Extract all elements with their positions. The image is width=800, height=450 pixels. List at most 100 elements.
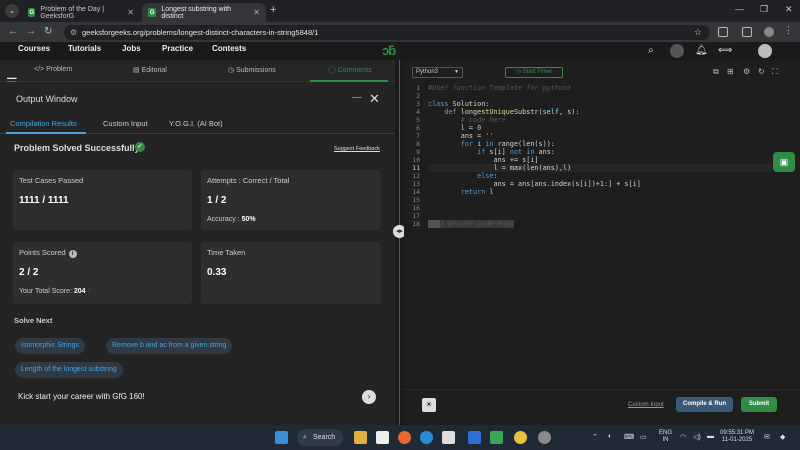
copilot-icon[interactable]: ◆ [780,433,785,441]
start-timer-button[interactable]: ◷ Start Timer [505,67,563,78]
tab-comments[interactable]: ◯ Comments [328,66,372,74]
chat-icon[interactable]: ▣ [773,152,795,172]
edge-icon[interactable] [420,431,433,444]
nav-tutorials[interactable]: Tutorials [68,44,101,53]
battery-status-icon[interactable]: ▬ [707,433,714,440]
translate-icon[interactable]: ⟺ [718,45,732,56]
add-file-icon[interactable]: ⊞ [727,67,734,76]
theme-toggle-icon[interactable] [670,44,684,58]
store-icon[interactable] [442,431,455,444]
code-line: ans = ans[ans.index(s[i])+1:] + s[i] [493,180,641,188]
code-area[interactable]: #User function Template for python3 clas… [428,84,800,389]
browser-tab-potd[interactable]: G Problem of the Day | GeeksforG ✕ [22,3,140,22]
windows-start-icon[interactable] [275,431,288,444]
site-navbar: Courses Tutorials Jobs Practice Contests… [0,42,800,60]
battery-icon[interactable]: ▭ [640,433,647,441]
line-number: 11 [412,164,420,172]
line-number: 17 [412,212,420,220]
close-window-icon[interactable]: ✕ [785,4,793,15]
nav-jobs[interactable]: Jobs [122,44,141,53]
chevron-right-icon[interactable]: › [362,390,376,404]
amazon-icon[interactable] [376,431,389,444]
code-line-folded: } Driver Code Ends [428,220,514,228]
lightbulb-icon[interactable]: ☀ [422,398,436,412]
volume-icon[interactable]: ◁) [693,433,701,441]
back-icon[interactable]: ← [8,26,18,37]
tab-submissions[interactable]: ◷ Submissions [228,66,276,74]
taskbar-search[interactable]: ⌕ Search [297,429,343,446]
site-info-icon[interactable]: ⚙ [70,25,77,40]
browser-tab-active[interactable]: G Longest substring with distinct ✕ [142,3,266,22]
dropbox-icon[interactable] [468,431,481,444]
line-number: 9 [416,148,420,156]
reset-icon[interactable]: ↻ [758,67,765,76]
close-output-icon[interactable]: ✕ [369,91,380,107]
custom-input-link[interactable]: Custom Input [628,402,664,408]
nav-contests[interactable]: Contests [212,44,246,53]
chrome-icon[interactable] [514,431,527,444]
minimize-window-icon[interactable]: — [735,4,744,14]
app-icon[interactable] [538,431,551,444]
nav-practice[interactable]: Practice [162,44,193,53]
fullscreen-icon[interactable]: ⛶ [772,67,778,77]
compile-run-button[interactable]: Compile & Run [676,397,733,412]
tab-editorial[interactable]: ▤ Editorial [133,66,167,74]
test-cases-value: 1111 / 1111 [19,195,69,206]
maximize-window-icon[interactable]: ❐ [760,4,768,15]
browser-menu-icon[interactable]: ⋮ [784,25,794,35]
nav-courses[interactable]: Courses [18,44,50,53]
notification-icon[interactable]: ✉ [764,433,770,441]
browser-tab-bar: ⌄ G Problem of the Day | GeeksforG ✕ G L… [0,0,800,22]
firefox-icon[interactable] [398,431,411,444]
notification-bell-icon[interactable]: 🔔︎ [695,45,708,56]
points-card: Points Scored i 2 / 2 Your Total Score: 2… [13,242,192,304]
code-line: #User function Template for python3 [428,84,572,92]
code-line: return l [460,188,494,196]
url-field[interactable]: ⚙ geeksforgeeks.org/problems/longest-dis… [64,25,710,40]
search-icon[interactable]: ⌕ [648,45,654,56]
info-icon[interactable]: i [68,250,77,258]
drive-icon[interactable] [490,431,503,444]
code-line: ans = '' [460,132,494,140]
solve-next-chip[interactable]: Isomorphic Strings [15,338,85,354]
line-number: 14 [412,188,420,196]
close-tab-icon[interactable]: ✕ [253,8,260,17]
keyboard-icon[interactable]: ⌨ [624,433,634,441]
tab-compilation-results[interactable]: Compilation Results [10,119,77,128]
new-tab-icon[interactable]: + [270,4,276,16]
forward-icon[interactable]: → [26,26,36,37]
close-tab-icon[interactable]: ✕ [127,8,134,17]
language-select[interactable]: Python3 ▼ [412,67,463,78]
tab-custom-input[interactable]: Custom Input [103,119,148,128]
gfg160-banner-text: Kick start your career with GfG 160! [18,392,145,401]
line-number: 4 [416,108,420,116]
solve-next-chip[interactable]: Remove b and ac from a given string [106,338,233,354]
line-number: 2 [416,92,420,100]
minimize-output-icon[interactable]: — [352,92,362,103]
code-line: def longestUniqueSubstr(self, s): [444,108,580,116]
line-number: 8 [416,140,420,148]
security-icon[interactable]: ◐ [608,433,612,440]
sidebar-icon[interactable] [742,27,752,37]
copy-icon[interactable]: ⧉ [713,67,719,77]
extensions-icon[interactable] [718,27,728,37]
solve-next-chip[interactable]: Length of the longest substring [15,362,123,378]
folded-region[interactable] [428,220,441,228]
system-clock[interactable]: 09:55:31 PM 11-01-2025 [720,430,754,444]
language-indicator[interactable]: ENG IN [659,430,672,444]
wifi-icon[interactable]: ◠ [680,433,686,441]
file-explorer-icon[interactable] [354,431,367,444]
code-line-active: l = max(len(ans),l) [428,164,796,172]
bookmark-star-icon[interactable]: ☆ [694,25,702,40]
profile-avatar[interactable] [764,27,774,37]
gfg-logo-icon[interactable]: ↄƃ [382,43,396,58]
suggest-feedback-link[interactable]: Suggest Feedback [334,146,380,152]
tab-search-icon[interactable]: ⌄ [5,4,19,18]
reload-icon[interactable]: ↻ [44,26,52,37]
submit-button[interactable]: Submit [741,397,777,412]
tab-yogi-ai-bot[interactable]: Y.O.G.I. (AI Bot) [169,119,223,128]
settings-icon[interactable]: ⚙ [743,67,750,76]
tab-problem[interactable]: </> Problem [34,66,72,73]
user-avatar[interactable] [758,44,772,58]
chevron-up-icon[interactable]: ⌃ [592,433,598,441]
